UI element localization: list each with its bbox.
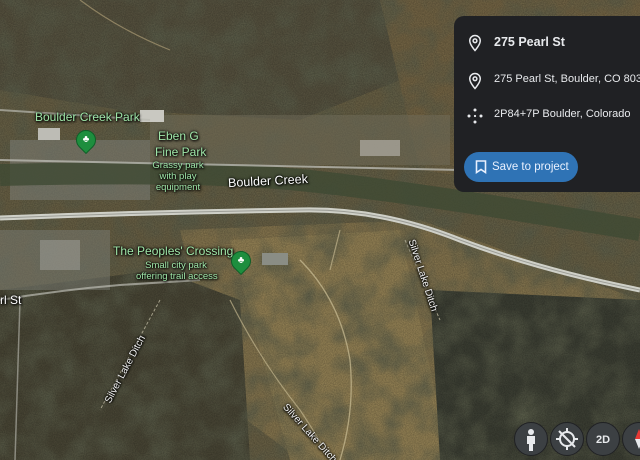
address-row[interactable]: 275 Pearl St, Boulder, CO 80302 — [454, 64, 640, 98]
pegman-icon — [527, 429, 535, 451]
desc-line: offering trail access — [136, 271, 218, 282]
compass-button[interactable] — [622, 422, 640, 456]
location-pin-icon — [468, 72, 482, 90]
map-label-boulder-creek-park[interactable]: Boulder Creek Park — [35, 110, 140, 124]
my-location-off-icon — [556, 428, 578, 450]
my-location-button[interactable] — [550, 422, 584, 456]
save-button-label: Save to project — [492, 161, 569, 173]
map-label-fine-park-description: Grassy park with play equipment — [150, 160, 206, 193]
map-label-fine-park[interactable]: Fine Park — [155, 145, 206, 159]
bookmark-icon — [475, 160, 487, 174]
map-label-peoples-crossing-description: Small city park offering trail access — [136, 260, 218, 282]
plus-code: 2P84+7P Boulder, Colorado — [494, 108, 631, 120]
desc-line: equipment — [155, 182, 201, 193]
desc-line: Grassy park — [152, 160, 204, 171]
location-pin-icon — [468, 34, 482, 52]
compass-icon — [635, 429, 640, 449]
plus-code-icon — [467, 108, 483, 124]
place-address: 275 Pearl St, Boulder, CO 80302 — [494, 73, 640, 85]
map-label-eben-g[interactable]: Eben G — [158, 129, 199, 143]
map-label-pearl-st[interactable]: rl St — [0, 293, 21, 307]
plus-code-row[interactable]: 2P84+7P Boulder, Colorado — [454, 99, 640, 133]
place-title: 275 Pearl St — [494, 35, 565, 49]
desc-line: Small city park — [145, 260, 207, 271]
desc-line: with play — [159, 171, 197, 182]
street-view-button[interactable] — [514, 422, 548, 456]
map-label-peoples-crossing[interactable]: The Peoples' Crossing — [113, 244, 233, 258]
save-to-project-button[interactable]: Save to project — [464, 152, 578, 182]
place-title-row[interactable]: 275 Pearl St — [454, 26, 640, 60]
view-mode-toggle[interactable]: 2D — [586, 422, 620, 456]
place-info-panel: 275 Pearl St 275 Pearl St, Boulder, CO 8… — [454, 16, 640, 192]
